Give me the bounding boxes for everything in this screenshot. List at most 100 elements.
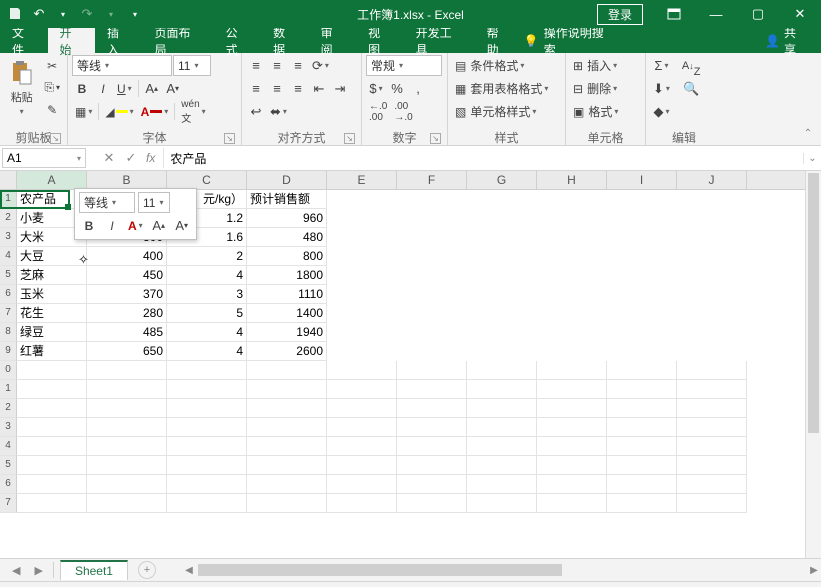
col-head-A[interactable]: A <box>17 171 87 189</box>
cell[interactable] <box>87 418 167 437</box>
cell[interactable] <box>467 437 537 456</box>
row-head-5[interactable]: 5 <box>0 266 17 285</box>
cell[interactable] <box>677 494 747 513</box>
cell[interactable] <box>327 475 397 494</box>
minimize-button[interactable]: — <box>695 0 737 28</box>
cell[interactable]: 1110 <box>247 285 327 304</box>
cell[interactable]: 1400 <box>247 304 327 323</box>
cell[interactable] <box>537 380 607 399</box>
row-head-12[interactable]: 2 <box>0 399 17 418</box>
row-head-14[interactable]: 4 <box>0 437 17 456</box>
sheet-tab-1[interactable]: Sheet1 <box>60 560 128 580</box>
copy-button[interactable]: ⎘▾ <box>41 77 63 98</box>
wrap-text-button[interactable]: ↩ <box>246 101 266 122</box>
cell[interactable] <box>537 437 607 456</box>
cell[interactable] <box>87 437 167 456</box>
cell[interactable] <box>677 399 747 418</box>
tab-help[interactable]: 帮助 <box>475 28 523 53</box>
align-right-button[interactable]: ≡ <box>288 78 308 99</box>
save-icon[interactable] <box>4 3 26 25</box>
worksheet-grid[interactable]: ABCDEFGHIJ 12345678901234567 农产品元/kg）预计销… <box>0 171 821 558</box>
phonetic-button[interactable]: wén文 <box>178 101 208 122</box>
cell[interactable] <box>167 437 247 456</box>
row-head-2[interactable]: 2 <box>0 209 17 228</box>
row-head-10[interactable]: 0 <box>0 361 17 380</box>
merge-button[interactable]: ⬌ <box>267 101 290 122</box>
sheet-nav-next[interactable]: ▶ <box>30 564 46 577</box>
cell[interactable] <box>327 399 397 418</box>
cell[interactable] <box>167 361 247 380</box>
cell[interactable]: 4 <box>167 342 247 361</box>
cell[interactable] <box>397 494 467 513</box>
cell[interactable] <box>677 418 747 437</box>
name-box[interactable]: A1▾ <box>2 148 86 168</box>
number-launcher[interactable]: ↘ <box>430 133 441 144</box>
horizontal-scrollbar[interactable]: ◀▶ <box>182 563 821 577</box>
cell[interactable] <box>677 475 747 494</box>
row-head-9[interactable]: 9 <box>0 342 17 361</box>
cell[interactable] <box>17 437 87 456</box>
add-sheet-button[interactable]: + <box>138 561 156 579</box>
scroll-thumb[interactable] <box>808 173 819 433</box>
cell[interactable] <box>247 361 327 380</box>
cell[interactable] <box>247 437 327 456</box>
format-painter-button[interactable]: ✎ <box>41 99 63 120</box>
paste-button[interactable]: 粘贴 ▾ <box>4 55 39 116</box>
cell-styles-button[interactable]: ▧单元格样式 <box>452 101 551 122</box>
cell[interactable] <box>327 361 397 380</box>
cell[interactable] <box>87 456 167 475</box>
cell[interactable] <box>467 494 537 513</box>
align-left-button[interactable]: ≡ <box>246 78 266 99</box>
row-head-15[interactable]: 5 <box>0 456 17 475</box>
mini-font-combo[interactable]: 等线▾ <box>79 192 135 213</box>
decrease-decimal-button[interactable]: .00→.0 <box>391 101 415 122</box>
cell[interactable] <box>467 380 537 399</box>
cell[interactable] <box>327 380 397 399</box>
cut-button[interactable]: ✂ <box>41 55 63 76</box>
cell[interactable] <box>467 475 537 494</box>
cell[interactable] <box>87 380 167 399</box>
cell[interactable] <box>87 494 167 513</box>
cell[interactable]: 800 <box>247 247 327 266</box>
cell[interactable]: 预计销售额 <box>247 190 327 209</box>
undo-icon[interactable]: ↶ <box>28 3 50 25</box>
cell[interactable]: 1940 <box>247 323 327 342</box>
col-head-H[interactable]: H <box>537 171 607 189</box>
fill-button[interactable]: ⬇ <box>650 78 673 99</box>
cell[interactable] <box>677 437 747 456</box>
cell[interactable]: 芝麻 <box>17 266 87 285</box>
underline-button[interactable]: U <box>114 78 135 99</box>
cell[interactable] <box>397 456 467 475</box>
align-bottom-button[interactable]: ≡ <box>288 55 308 76</box>
cell[interactable] <box>607 361 677 380</box>
share-button[interactable]: 👤共享 <box>759 24 813 58</box>
cell[interactable]: 650 <box>87 342 167 361</box>
mini-grow-button[interactable]: A▴ <box>149 215 169 236</box>
cancel-fx-icon[interactable]: ✕ <box>98 147 120 169</box>
number-format-combo[interactable]: 常规▾ <box>366 55 442 76</box>
cell[interactable] <box>537 475 607 494</box>
cell[interactable]: 4 <box>167 266 247 285</box>
orientation-button[interactable]: ⟳ <box>309 55 332 76</box>
indent-inc-button[interactable]: ⇥ <box>330 78 350 99</box>
cell[interactable]: 5 <box>167 304 247 323</box>
delete-cells-button[interactable]: ⊟删除 <box>570 78 621 99</box>
clipboard-launcher[interactable]: ↘ <box>50 133 61 144</box>
align-top-button[interactable]: ≡ <box>246 55 266 76</box>
cell[interactable] <box>87 475 167 494</box>
cell[interactable] <box>607 399 677 418</box>
row-head-6[interactable]: 6 <box>0 285 17 304</box>
cell[interactable] <box>607 494 677 513</box>
cell[interactable] <box>607 380 677 399</box>
cell[interactable] <box>247 418 327 437</box>
row-head-1[interactable]: 1 <box>0 190 17 209</box>
mini-shrink-button[interactable]: A▾ <box>172 215 192 236</box>
cell[interactable] <box>167 380 247 399</box>
cell[interactable]: 960 <box>247 209 327 228</box>
cell[interactable] <box>467 361 537 380</box>
mini-size-combo[interactable]: 11▾ <box>138 192 170 213</box>
bold-button[interactable]: B <box>72 78 92 99</box>
tab-developer[interactable]: 开发工具 <box>404 28 475 53</box>
row-head-11[interactable]: 1 <box>0 380 17 399</box>
fx-icon[interactable]: fx <box>146 151 155 165</box>
